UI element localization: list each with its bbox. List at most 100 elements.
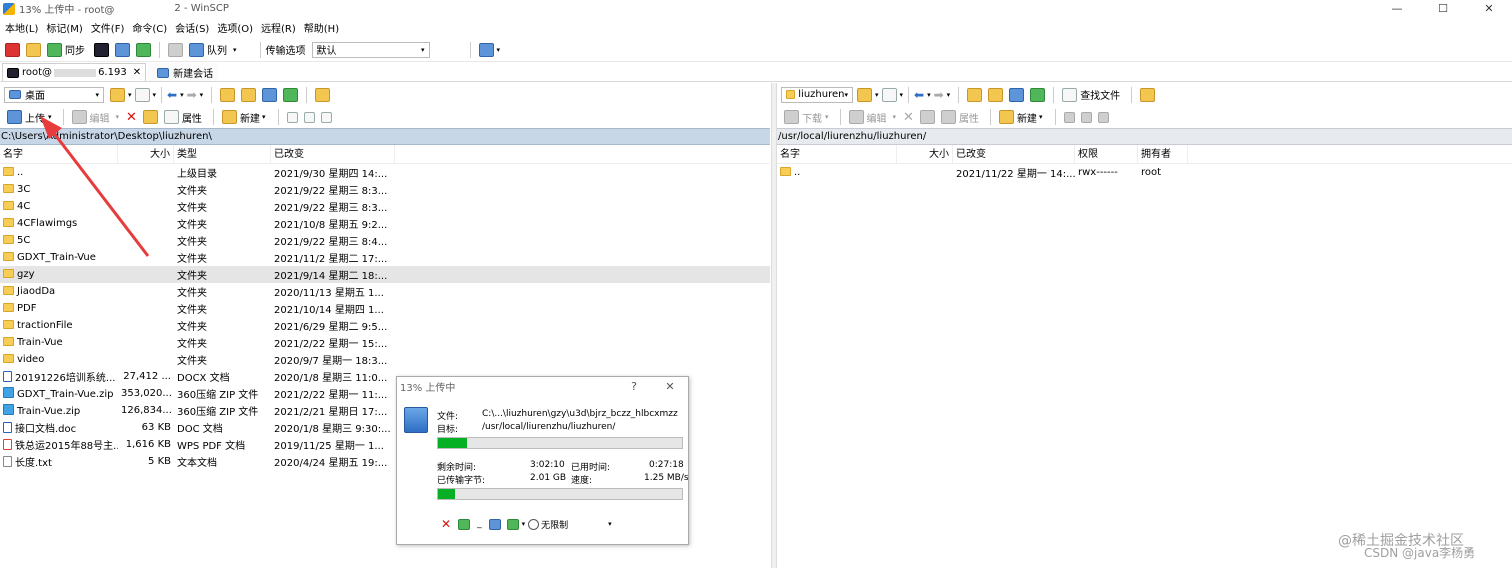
filter-icon[interactable] (134, 87, 150, 102)
local-location-select[interactable]: 桌面 ▾ (4, 86, 104, 103)
compare-dirs-icon[interactable] (26, 42, 41, 57)
home-icon[interactable] (262, 87, 278, 102)
find-files-label[interactable]: 查找文件 (1080, 87, 1120, 102)
chevron-down-icon[interactable]: ▾ (522, 520, 526, 528)
menu-commands[interactable]: 命令(C) (127, 20, 170, 35)
back-icon[interactable]: ⬅ (914, 88, 924, 102)
queue-icon[interactable] (189, 42, 204, 57)
synchronize-icon[interactable] (47, 42, 62, 57)
edit-icon[interactable] (848, 110, 864, 124)
upload-icon[interactable] (7, 110, 22, 124)
table-row[interactable]: tractionFile 文件夹 2021/6/29 星期二 9:5... (0, 317, 770, 334)
minimize-button[interactable]: — (1374, 2, 1420, 15)
minimize-dialog-icon[interactable]: _ (477, 519, 482, 529)
tab-session-root[interactable]: root@ 6.193 ✕ (2, 63, 147, 81)
menu-remote[interactable]: 远程(R) (256, 20, 299, 35)
menu-local[interactable]: 本地(L) (0, 20, 41, 35)
menu-mark[interactable]: 标记(M) (41, 20, 85, 35)
column-type[interactable]: 类型 (174, 144, 271, 164)
table-row[interactable]: 4CFlawimgs 文件夹 2021/10/8 星期五 9:2... (0, 215, 770, 232)
rename-icon[interactable] (142, 110, 158, 124)
local-browser-icon[interactable] (5, 42, 20, 57)
properties-button-label[interactable]: 属性 (182, 110, 202, 125)
maximize-button[interactable]: ☐ (1420, 2, 1466, 15)
download-icon[interactable] (784, 110, 799, 124)
table-row[interactable]: 5C 文件夹 2021/9/22 星期三 8:4... (0, 232, 770, 249)
remote-path-bar[interactable]: /usr/local/liurenzhu/liuzhuren/ (777, 128, 1512, 145)
column-size[interactable]: 大小 (118, 144, 174, 164)
refresh-icon[interactable] (1030, 87, 1046, 102)
column-name[interactable]: 名字 (0, 144, 118, 164)
transfer-settings-select[interactable]: 默认 ▾ (311, 41, 430, 58)
find-icon[interactable] (315, 87, 331, 102)
column-rights[interactable]: 权限 (1075, 144, 1138, 164)
rename-icon[interactable] (919, 110, 935, 124)
properties-icon[interactable] (940, 110, 956, 124)
select-all-icon[interactable] (1064, 111, 1076, 123)
remote-table-row[interactable]: .. 2021/11/22 星期一 14:... rwx------ root (777, 164, 1512, 181)
find-icon[interactable] (1140, 87, 1156, 102)
dialog-close-button[interactable]: ✕ (652, 380, 688, 393)
chevron-down-icon[interactable]: ▾ (48, 113, 52, 121)
home-icon[interactable] (1009, 87, 1025, 102)
filter-select-icon[interactable] (321, 111, 333, 123)
edit-icon[interactable] (71, 110, 87, 124)
chevron-down-icon[interactable]: ▾ (200, 91, 204, 99)
chevron-down-icon[interactable]: ▾ (1039, 113, 1043, 121)
chevron-down-icon[interactable]: ▾ (900, 91, 904, 99)
queue-dropdown-arrow[interactable]: ▾ (233, 46, 237, 54)
new-icon[interactable] (221, 110, 237, 124)
chevron-down-icon[interactable]: ▾ (825, 113, 829, 121)
open-folder-icon[interactable] (110, 87, 125, 102)
open-folder-icon[interactable] (857, 87, 872, 102)
terminal-icon[interactable] (94, 42, 109, 57)
edit-button-label[interactable]: 编辑 (867, 110, 887, 125)
menu-help[interactable]: 帮助(H) (299, 20, 342, 35)
move-to-queue-icon[interactable] (458, 518, 471, 530)
menu-session[interactable]: 会话(S) (170, 20, 212, 35)
chevron-down-icon[interactable]: ▾ (128, 91, 132, 99)
table-row[interactable]: gzy 文件夹 2021/9/14 星期二 18:... (0, 266, 770, 283)
unselect-icon[interactable] (304, 111, 316, 123)
find-files-icon[interactable] (1062, 87, 1078, 102)
queue-gear-icon[interactable] (168, 42, 183, 57)
menu-options[interactable]: 选项(O) (212, 20, 256, 35)
tab-new-session[interactable]: 新建会话 (148, 63, 219, 81)
table-row[interactable]: Train-Vue 文件夹 2021/2/22 星期一 15:... (0, 334, 770, 351)
table-row[interactable]: PDF 文件夹 2021/10/14 星期四 1... (0, 300, 770, 317)
new-button-label[interactable]: 新建 (1017, 110, 1037, 125)
column-changed[interactable]: 已改变 (271, 144, 395, 164)
download-button-label[interactable]: 下载 (802, 110, 822, 125)
chevron-down-icon[interactable]: ▾ (875, 91, 879, 99)
menu-files[interactable]: 文件(F) (86, 20, 128, 35)
putty-icon[interactable] (115, 42, 130, 57)
new-icon[interactable] (998, 110, 1014, 124)
column-owner[interactable]: 拥有者 (1138, 144, 1188, 164)
select-all-icon[interactable] (287, 111, 299, 123)
chevron-down-icon[interactable]: ▾ (608, 520, 612, 528)
table-row[interactable]: .. 上级目录 2021/9/30 星期四 14:... (0, 164, 770, 181)
back-icon[interactable]: ⬅ (167, 88, 177, 102)
table-row[interactable]: JiaodDa 文件夹 2020/11/13 星期五 1... (0, 283, 770, 300)
root-dir-icon[interactable] (241, 87, 257, 102)
preferences-icon[interactable] (136, 42, 151, 57)
chevron-down-icon[interactable]: ▾ (116, 113, 120, 121)
local-path-bar[interactable]: C:\Users\Administrator\Desktop\liuzhuren… (0, 128, 770, 145)
root-dir-icon[interactable] (988, 87, 1004, 102)
forward-icon[interactable]: ➡ (187, 88, 197, 102)
edit-button-label[interactable]: 编辑 (90, 110, 110, 125)
properties-icon[interactable] (163, 110, 179, 124)
synchronize-button-label[interactable]: 同步 (65, 42, 85, 57)
parent-dir-icon[interactable] (220, 87, 236, 102)
speed-limit-value[interactable]: 无限制 (541, 518, 568, 531)
table-row[interactable]: GDXT_Train-Vue 文件夹 2021/11/2 星期二 17:... (0, 249, 770, 266)
globe-icon[interactable] (478, 42, 494, 57)
table-row[interactable]: 3C 文件夹 2021/9/22 星期三 8:3... (0, 181, 770, 198)
delete-icon[interactable]: ✕ (903, 110, 914, 125)
chevron-down-icon[interactable]: ▾ (927, 91, 931, 99)
unselect-icon[interactable] (1081, 111, 1093, 123)
on-completion-icon[interactable] (506, 518, 519, 530)
cancel-transfer-icon[interactable]: ✕ (441, 517, 451, 531)
remote-location-select[interactable]: liuzhuren ▾ (781, 86, 853, 103)
chevron-down-icon[interactable]: ▾ (262, 113, 266, 121)
